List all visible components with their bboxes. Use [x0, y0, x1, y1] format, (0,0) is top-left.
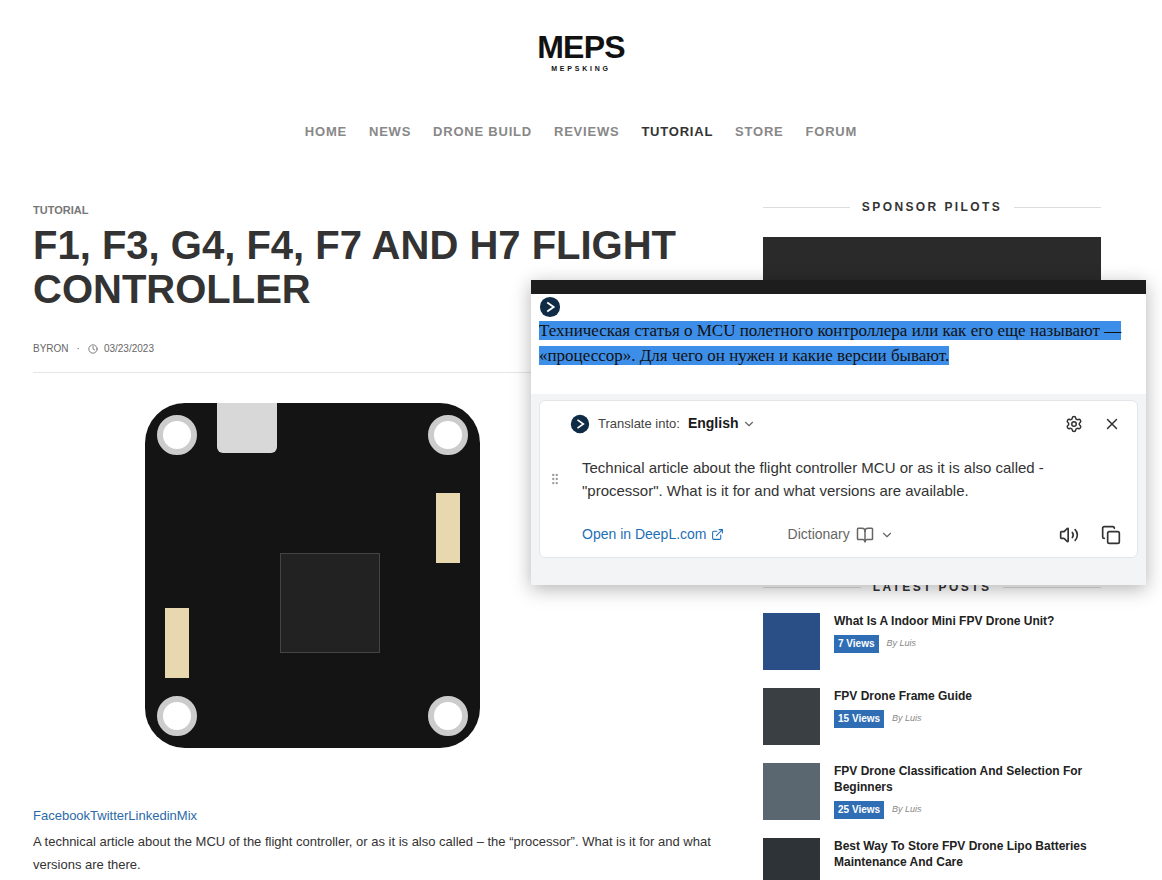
grip-area — [540, 401, 570, 557]
gear-icon[interactable] — [1065, 415, 1083, 433]
chevron-down-icon — [880, 528, 894, 542]
meta-separator: · — [75, 341, 82, 356]
heading-text: SPONSOR PILOTS — [862, 199, 1002, 215]
share-links[interactable]: FacebookTwitterLinkedinMix — [33, 808, 719, 824]
nav-item[interactable]: NEWS — [369, 123, 411, 141]
selection-highlight: Техническая статья о MCU полетного контр… — [539, 321, 1121, 365]
post-title[interactable]: FPV Drone Frame Guide — [834, 688, 972, 704]
post-info: FPV Drone Frame Guide 15 Views By Luis — [834, 688, 972, 745]
page: MEPSMEPSKING HOME NEWS DRONE BUILD REVIEWS TU… — [0, 0, 1162, 880]
logo-subtitle: MEPSKING — [551, 64, 611, 73]
post-info: What Is A Indoor Mini FPV Drone Unit? 7 V… — [834, 613, 1054, 670]
copy-icon[interactable] — [1101, 525, 1121, 545]
mount-hole — [157, 696, 197, 736]
book-icon — [856, 526, 874, 544]
mount-hole — [428, 415, 468, 455]
author[interactable]: BYRON — [33, 341, 69, 356]
heading-line — [763, 587, 861, 588]
speaker-icon[interactable] — [1059, 525, 1079, 545]
deepl-badge-icon — [539, 296, 561, 318]
selection-area: Техническая статья о MCU полетного контр… — [531, 294, 1146, 394]
language-select[interactable]: English — [688, 413, 757, 434]
post-author: By Luis — [892, 803, 922, 817]
nav-item[interactable]: HOME — [305, 123, 347, 141]
logo[interactable]: MEPSMEPSKING — [537, 30, 625, 73]
post-author: By Luis — [892, 712, 922, 726]
latest-posts: What Is A Indoor Mini FPV Drone Unit? 7 V… — [763, 613, 1101, 880]
post-meta: 25 Views By Luis — [834, 801, 1101, 819]
post-item[interactable]: Best Way To Store FPV Drone Lipo Batteri… — [763, 838, 1101, 880]
external-link-icon — [711, 528, 724, 541]
views-badge: 15 Views — [834, 710, 884, 728]
post-thumbnail — [763, 688, 820, 745]
featured-image — [145, 403, 480, 748]
post-item[interactable]: FPV Drone Frame Guide 15 Views By Luis — [763, 688, 1101, 745]
category-label[interactable]: TUTORIAL — [33, 203, 719, 217]
post-title[interactable]: FPV Drone Classification And Selection F… — [834, 763, 1101, 795]
chevron-down-icon — [742, 417, 756, 431]
post-title[interactable]: Best Way To Store FPV Drone Lipo Batteri… — [834, 838, 1101, 870]
post-item[interactable]: What Is A Indoor Mini FPV Drone Unit? 7 V… — [763, 613, 1101, 670]
close-icon[interactable] — [1103, 415, 1121, 433]
views-badge: 25 Views — [834, 801, 884, 819]
mount-hole — [157, 415, 197, 455]
translator-popup: Техническая статья о MCU полетного контр… — [531, 280, 1146, 585]
post-meta: 7 Views By Luis — [834, 635, 1054, 653]
post-item[interactable]: FPV Drone Classification And Selection F… — [763, 763, 1101, 820]
heading-line — [1014, 207, 1101, 208]
nav-item[interactable]: FORUM — [806, 123, 858, 141]
nav-item[interactable]: TUTORIAL — [641, 123, 713, 141]
deepl-logo-icon — [570, 414, 590, 434]
nav-item[interactable]: STORE — [735, 123, 783, 141]
heading-line — [763, 207, 850, 208]
post-author: By Luis — [887, 637, 917, 651]
open-in-deepl-link[interactable]: Open in DeepL.com — [582, 524, 724, 545]
post-info: FPV Drone Classification And Selection F… — [834, 763, 1101, 820]
card-footer: Open in DeepL.com Dictionary — [570, 524, 1121, 545]
connector — [436, 493, 460, 563]
post-thumbnail — [763, 838, 820, 880]
nav-item[interactable]: DRONE BUILD — [433, 123, 532, 141]
translation-text: Technical article about the flight contr… — [570, 456, 1121, 502]
post-title[interactable]: What Is A Indoor Mini FPV Drone Unit? — [834, 613, 1054, 629]
post-meta: 15 Views By Luis — [834, 710, 972, 728]
mount-hole — [428, 696, 468, 736]
translate-into-label: Translate into: — [598, 414, 680, 434]
usb-port — [217, 403, 277, 453]
date: 03/23/2023 — [104, 341, 154, 356]
post-thumbnail — [763, 613, 820, 670]
translation-card: Translate into: English Technical article … — [539, 400, 1138, 558]
views-badge: 7 Views — [834, 635, 879, 653]
heading-line — [1003, 587, 1101, 588]
sponsor-heading: SPONSOR PILOTS — [763, 199, 1101, 215]
selected-text[interactable]: Техническая статья о MCU полетного контр… — [539, 318, 1138, 368]
post-thumbnail — [763, 763, 820, 820]
post-info: Best Way To Store FPV Drone Lipo Batteri… — [834, 838, 1101, 880]
logo-title: MEPS — [537, 30, 625, 64]
main-nav: HOME NEWS DRONE BUILD REVIEWS TUTORIAL STORE F… — [305, 123, 857, 141]
article-intro: A technical article about the MCU of the… — [33, 830, 719, 876]
page-behind-strip — [531, 280, 1146, 294]
drag-handle-icon[interactable] — [548, 472, 562, 486]
card-body: Translate into: English Technical article … — [570, 401, 1137, 557]
connector — [165, 608, 189, 678]
mcu-chip — [280, 553, 380, 653]
site-header: MEPSMEPSKING HOME NEWS DRONE BUILD REVIEWS TU… — [0, 0, 1162, 141]
nav-item[interactable]: REVIEWS — [554, 123, 619, 141]
clock-icon — [88, 344, 98, 354]
card-header: Translate into: English — [570, 413, 1121, 434]
dictionary-button[interactable]: Dictionary — [788, 524, 894, 545]
